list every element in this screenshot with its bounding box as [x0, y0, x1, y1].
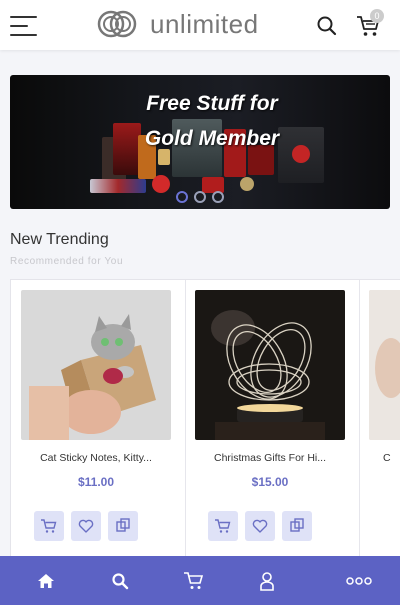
product-image[interactable] [369, 290, 400, 440]
top-header: unlimited 0 [0, 0, 400, 50]
section-title: New Trending [10, 231, 109, 248]
cart-count-badge: 0 [370, 9, 384, 23]
merch-image [158, 149, 170, 165]
product-price: $15.00 [251, 475, 289, 489]
logo-mark-icon [97, 10, 137, 38]
nav-home[interactable] [34, 570, 58, 592]
app-screen: unlimited 0 Free Stuff for Gold Member N… [0, 0, 400, 605]
product-actions [208, 511, 312, 541]
nav-account[interactable] [255, 570, 279, 592]
nav-search[interactable] [108, 570, 132, 592]
brand-logo[interactable]: unlimited [96, 8, 259, 40]
carousel-dot[interactable] [176, 191, 188, 203]
heart-icon [78, 519, 94, 533]
product-name[interactable]: Cat Sticky Notes, Kitty... [21, 452, 171, 464]
compare-icon [116, 518, 130, 532]
search-icon [112, 573, 129, 590]
nav-more[interactable] [346, 570, 372, 592]
product-name[interactable]: Christmas Gifts For Hi... [195, 452, 345, 464]
cart-icon [184, 572, 204, 589]
home-icon [38, 574, 54, 588]
menu-icon[interactable] [10, 16, 37, 36]
carousel-dots [176, 191, 224, 203]
product-card[interactable]: C [359, 280, 400, 568]
wishlist-button[interactable] [71, 511, 101, 541]
cart-icon [215, 519, 231, 533]
carousel-dot[interactable] [194, 191, 206, 203]
product-price: $11.00 [77, 475, 115, 489]
user-icon [260, 572, 274, 591]
carousel-dot[interactable] [212, 191, 224, 203]
compare-icon [290, 518, 304, 532]
cart-icon [41, 519, 57, 533]
product-image[interactable] [21, 290, 171, 440]
merch-image [240, 177, 254, 191]
product-card[interactable]: Cat Sticky Notes, Kitty... $11.00 [11, 280, 186, 568]
promo-banner[interactable]: Free Stuff for Gold Member [10, 75, 390, 209]
merch-image [152, 175, 170, 193]
wishlist-button[interactable] [245, 511, 275, 541]
search-icon[interactable] [316, 15, 338, 37]
product-image[interactable] [195, 290, 345, 440]
nav-cart[interactable] [182, 570, 206, 592]
section-subtitle: Recommended for You [10, 256, 124, 267]
product-name[interactable]: C [369, 452, 400, 464]
more-icon [346, 577, 372, 585]
heart-icon [252, 519, 268, 533]
bottom-navigation [0, 556, 400, 605]
banner-subtitle: Gold Member [144, 127, 280, 150]
brand-name: unlimited [150, 9, 259, 39]
banner-title: Free Stuff for [146, 92, 278, 115]
add-to-cart-button[interactable] [208, 511, 238, 541]
add-to-cart-button[interactable] [34, 511, 64, 541]
compare-button[interactable] [282, 511, 312, 541]
product-actions [34, 511, 138, 541]
product-carousel[interactable]: Cat Sticky Notes, Kitty... $11.00 Christ… [10, 279, 400, 569]
compare-button[interactable] [108, 511, 138, 541]
merch-image [90, 179, 146, 193]
product-card[interactable]: Christmas Gifts For Hi... $15.00 [185, 280, 360, 568]
